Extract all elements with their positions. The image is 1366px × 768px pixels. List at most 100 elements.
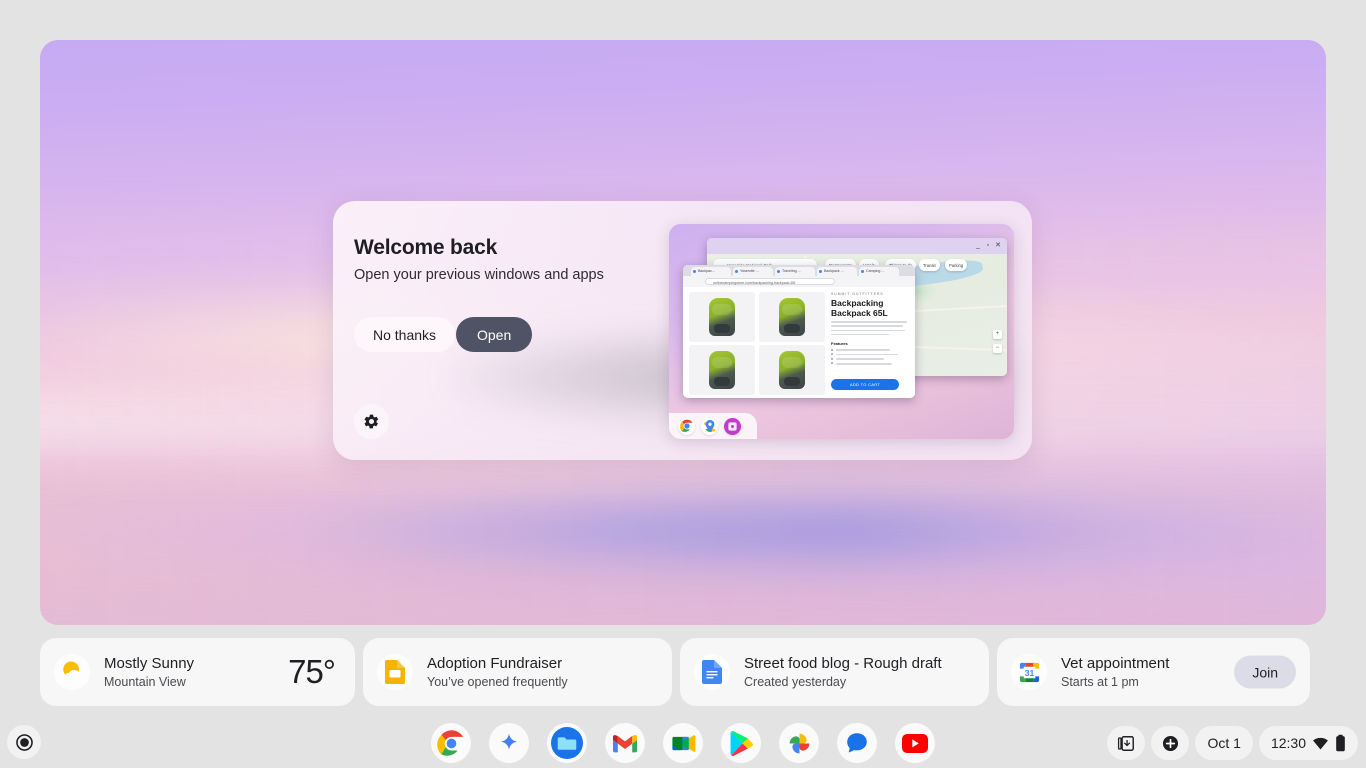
preview-omnibox-bar: onlinecampingstore.com/backpacking-backp… bbox=[683, 276, 915, 287]
wallpaper-band bbox=[40, 508, 1326, 564]
docs-title: Street food blog - Rough draft bbox=[744, 655, 942, 672]
omnibox-input[interactable]: onlinecampingstore.com/backpacking-backp… bbox=[705, 278, 835, 285]
weather-condition: Mostly Sunny bbox=[104, 655, 195, 672]
screen-capture-button[interactable] bbox=[1107, 726, 1146, 760]
shelf-item-meet[interactable] bbox=[663, 723, 703, 763]
feature-bullet bbox=[831, 357, 884, 361]
product-image bbox=[689, 345, 755, 395]
shelf-item-files[interactable] bbox=[547, 723, 587, 763]
maximize-icon: ▫ bbox=[986, 242, 990, 249]
open-button[interactable]: Open bbox=[456, 317, 533, 352]
status-area-button[interactable]: 12:30 bbox=[1258, 726, 1358, 760]
preview-photos-icon[interactable] bbox=[724, 417, 741, 435]
backpack-image bbox=[779, 351, 805, 389]
svg-text:31: 31 bbox=[1024, 667, 1034, 677]
preview-page-body: SUMMIT OUTFITTERS Backpacking Backpack 6… bbox=[683, 287, 915, 398]
shelf-item-gmail[interactable] bbox=[605, 723, 645, 763]
close-icon: ✕ bbox=[995, 242, 1001, 249]
gear-icon bbox=[364, 414, 379, 429]
omnibox-value: onlinecampingstore.com/backpacking-backp… bbox=[713, 280, 796, 285]
date-button[interactable]: Oct 1 bbox=[1195, 726, 1253, 760]
google-docs-icon bbox=[702, 660, 722, 684]
browser-tab[interactable]: Yosemite ... bbox=[733, 266, 773, 276]
weather-card[interactable]: Mostly Sunny Mountain View 75° bbox=[40, 638, 355, 706]
product-details: SUMMIT OUTFITTERS Backpacking Backpack 6… bbox=[831, 292, 911, 365]
files-folder-icon bbox=[551, 727, 583, 759]
product-image bbox=[759, 292, 825, 342]
chrome-icon bbox=[436, 729, 465, 757]
product-title: Backpacking Backpack 65L bbox=[831, 298, 888, 318]
add-to-cart-button[interactable]: ADD TO CART bbox=[831, 379, 899, 390]
wallpaper-band bbox=[40, 554, 1326, 613]
tab-label: Traveling ... bbox=[782, 269, 801, 273]
preview-shelf bbox=[669, 413, 757, 439]
screen-capture-icon bbox=[1117, 735, 1134, 751]
feature-bullet bbox=[831, 353, 898, 356]
shelf-item-youtube[interactable] bbox=[895, 723, 935, 763]
slides-icon-wrap bbox=[377, 654, 413, 690]
shelf-item-play-store[interactable] bbox=[721, 723, 761, 763]
minimize-icon: _ bbox=[976, 242, 980, 249]
tab-favicon-icon bbox=[819, 269, 822, 273]
tab-favicon-icon bbox=[693, 269, 696, 273]
browser-tab[interactable]: Camping ... bbox=[859, 266, 899, 276]
docs-icon-wrap bbox=[694, 654, 730, 690]
join-button[interactable]: Join bbox=[1234, 655, 1296, 689]
sun-cloud-icon bbox=[63, 661, 84, 683]
calendar-icon-wrap: 31 bbox=[1011, 654, 1047, 690]
welcome-back-dialog: Welcome back Open your previous windows … bbox=[333, 201, 1032, 460]
docs-subtitle: Created yesterday bbox=[744, 675, 847, 689]
shelf-item-messages[interactable] bbox=[837, 723, 877, 763]
youtube-icon bbox=[902, 733, 928, 753]
messages-icon bbox=[847, 733, 867, 753]
maps-filter-chip[interactable]: Transit bbox=[919, 259, 940, 271]
google-photos-icon bbox=[789, 733, 809, 753]
maps-filter-chip[interactable]: Parking bbox=[945, 259, 968, 271]
preview-tab-strip: Backpac... Yosemite ... Traveling ... Ba… bbox=[683, 265, 915, 276]
product-image bbox=[759, 345, 825, 395]
docs-card[interactable]: Street food blog - Rough draft Created y… bbox=[680, 638, 989, 706]
slides-subtitle: You’ve opened frequently bbox=[427, 675, 568, 689]
docs-text: Street food blog - Rough draft Created y… bbox=[744, 655, 942, 689]
desktop: Welcome back Open your previous windows … bbox=[0, 0, 1366, 768]
calendar-subtitle: Starts at 1 pm bbox=[1061, 675, 1139, 689]
text-line bbox=[831, 333, 889, 336]
browser-tab[interactable]: Traveling ... bbox=[775, 266, 815, 276]
text-line bbox=[831, 321, 907, 323]
tab-favicon-icon bbox=[861, 269, 864, 273]
plus-circle-icon bbox=[1162, 735, 1179, 751]
browser-tab[interactable]: Backpac... bbox=[691, 266, 731, 276]
slides-card[interactable]: Adoption Fundraiser You’ve opened freque… bbox=[363, 638, 672, 706]
info-card-row: Mostly Sunny Mountain View 75° Adoption … bbox=[40, 638, 1326, 706]
add-button[interactable] bbox=[1151, 726, 1190, 760]
preview-chrome-icon[interactable] bbox=[678, 417, 695, 435]
gmail-icon bbox=[613, 734, 637, 752]
tab-label: Camping ... bbox=[866, 269, 885, 273]
shelf-item-photos[interactable] bbox=[779, 723, 819, 763]
window-preview-thumbnail[interactable]: _ ▫ ✕ Google Map data ©2024 Google Terms… bbox=[669, 224, 1014, 439]
battery-icon bbox=[1336, 734, 1345, 752]
tab-favicon-icon bbox=[777, 269, 780, 273]
text-line bbox=[831, 329, 905, 332]
calendar-text: Vet appointment Starts at 1 pm bbox=[1061, 655, 1169, 689]
backpack-image bbox=[779, 298, 805, 336]
feature-bullet bbox=[831, 362, 892, 365]
product-image bbox=[689, 292, 755, 342]
play-store-icon bbox=[730, 730, 753, 756]
calendar-card[interactable]: 31 Vet appointment Starts at 1 pm Join bbox=[997, 638, 1310, 706]
clock-label: 12:30 bbox=[1270, 735, 1306, 751]
text-line bbox=[831, 325, 903, 327]
preview-maps-icon[interactable] bbox=[701, 417, 718, 435]
browser-tab[interactable]: Backpack ... bbox=[817, 266, 857, 276]
backpack-image bbox=[709, 351, 735, 389]
tab-label: Yosemite ... bbox=[740, 269, 759, 273]
map-zoom-out-button[interactable]: − bbox=[993, 344, 1002, 354]
google-meet-icon bbox=[671, 734, 695, 752]
tab-label: Backpack ... bbox=[824, 269, 844, 273]
map-zoom-in-button[interactable]: + bbox=[993, 329, 1002, 339]
shelf-item-chrome[interactable] bbox=[431, 723, 471, 763]
shelf-item-gemini[interactable] bbox=[489, 723, 529, 763]
backpack-image bbox=[709, 298, 735, 336]
settings-button[interactable] bbox=[354, 404, 389, 439]
no-thanks-button[interactable]: No thanks bbox=[354, 317, 456, 352]
